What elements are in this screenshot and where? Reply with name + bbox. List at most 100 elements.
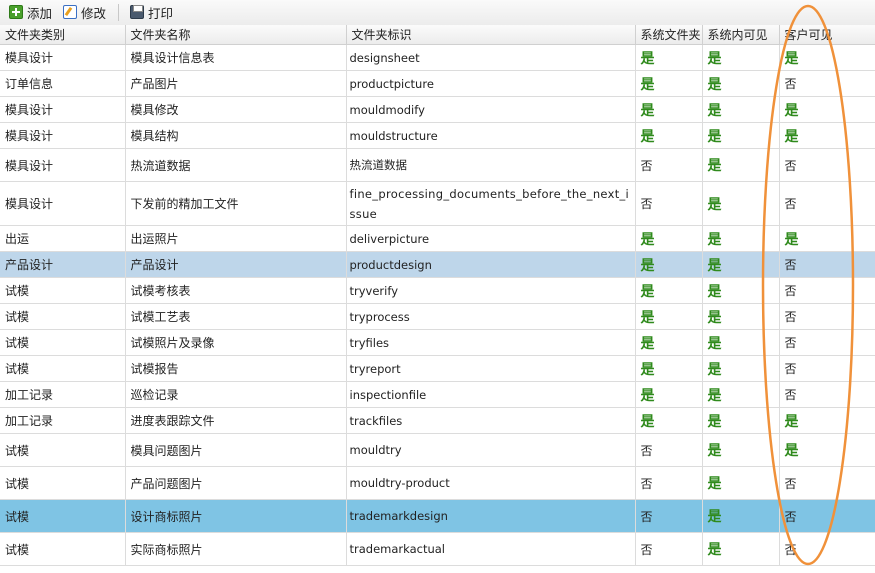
toolbar-separator bbox=[118, 4, 119, 21]
cell-internal-visible: 是 bbox=[702, 381, 780, 408]
cell-name: 试模工艺表 bbox=[125, 303, 347, 330]
cell-name-text: 模具修改 bbox=[130, 103, 179, 117]
cell-category-text: 试模 bbox=[5, 336, 30, 350]
cell-name-text: 模具结构 bbox=[130, 129, 179, 143]
cell-category-text: 试模 bbox=[5, 476, 30, 491]
cell-internal-visible: 是 bbox=[702, 532, 780, 566]
cell-internal-visible-text: 是 bbox=[707, 361, 722, 378]
cell-internal-visible: 是 bbox=[702, 407, 780, 434]
cell-system-folder-text: 否 bbox=[640, 476, 653, 491]
cell-internal-visible: 是 bbox=[702, 329, 780, 356]
table-row[interactable]: 试模 试模考核表 tryverify 是 是 否 bbox=[0, 277, 875, 304]
cell-internal-visible-text: 是 bbox=[707, 231, 722, 248]
cell-name-text: 试模照片及录像 bbox=[130, 336, 215, 350]
cell-internal-visible-text: 是 bbox=[707, 413, 722, 430]
table-row[interactable]: 试模 模具问题图片 mouldtry 否 是 是 bbox=[0, 433, 875, 467]
cell-ident: mouldtry bbox=[346, 433, 636, 467]
table-row[interactable]: 试模 设计商标照片 trademarkdesign 否 是 否 bbox=[0, 499, 875, 533]
cell-system-folder-text: 是 bbox=[640, 102, 655, 119]
cell-ident-text: mouldtry-product bbox=[349, 476, 450, 490]
table-row[interactable]: 试模 试模照片及录像 tryfiles 是 是 否 bbox=[0, 329, 875, 356]
cell-name: 模具结构 bbox=[125, 122, 347, 149]
cell-customer-visible-text: 否 bbox=[784, 258, 797, 272]
cell-name-text: 下发前的精加工文件 bbox=[130, 197, 239, 211]
column-header-name[interactable]: 文件夹名称 bbox=[125, 25, 347, 45]
table-row[interactable]: 试模 试模工艺表 tryprocess 是 是 否 bbox=[0, 303, 875, 330]
cell-customer-visible: 否 bbox=[779, 181, 875, 226]
cell-name-text: 模具设计信息表 bbox=[130, 51, 215, 65]
table-row[interactable]: 模具设计 热流道数据 热流道数据 否 是 否 bbox=[0, 148, 875, 182]
cell-name: 产品图片 bbox=[125, 70, 347, 97]
add-button[interactable]: 添加 bbox=[9, 3, 52, 21]
cell-internal-visible: 是 bbox=[702, 96, 780, 123]
column-header-internal-visible[interactable]: 系统内可见 bbox=[702, 25, 780, 45]
cell-internal-visible-text: 是 bbox=[707, 50, 722, 67]
cell-internal-visible-text: 是 bbox=[707, 542, 722, 558]
table-row[interactable]: 模具设计 下发前的精加工文件 fine_processing_documents_b… bbox=[0, 181, 875, 226]
table-row[interactable]: 试模 产品问题图片 mouldtry-product 否 是 否 bbox=[0, 466, 875, 500]
cell-system-folder-text: 否 bbox=[640, 158, 653, 173]
add-label: 添加 bbox=[27, 5, 53, 21]
column-header-ident[interactable]: 文件夹标识 bbox=[346, 25, 636, 45]
cell-ident-text: tryreport bbox=[349, 361, 401, 376]
cell-category: 试模 bbox=[0, 532, 126, 566]
cell-system-folder: 是 bbox=[635, 329, 703, 356]
cell-category: 试模 bbox=[0, 355, 126, 382]
cell-customer-visible: 否 bbox=[779, 381, 875, 408]
table-row[interactable]: 模具设计 模具设计信息表 designsheet 是 是 是 bbox=[0, 44, 875, 71]
table-row[interactable]: 出运 出运照片 deliverpicture 是 是 是 bbox=[0, 225, 875, 252]
cell-system-folder-text: 是 bbox=[640, 50, 655, 67]
cell-internal-visible: 是 bbox=[702, 122, 780, 149]
column-header-system-folder[interactable]: 系统文件夹 bbox=[635, 25, 703, 45]
table-row[interactable]: 模具设计 模具结构 mouldstructure 是 是 是 bbox=[0, 122, 875, 149]
cell-system-folder: 否 bbox=[635, 532, 703, 566]
cell-customer-visible-text: 否 bbox=[784, 542, 797, 557]
cell-system-folder: 是 bbox=[635, 251, 703, 278]
cell-customer-visible: 是 bbox=[779, 96, 875, 123]
table-row[interactable]: 产品设计 产品设计 productdesign 是 是 否 bbox=[0, 251, 875, 278]
cell-name: 模具修改 bbox=[125, 96, 347, 123]
table-row[interactable]: 加工记录 进度表跟踪文件 trackfiles 是 是 是 bbox=[0, 407, 875, 434]
table-row[interactable]: 模具设计 模具修改 mouldmodify 是 是 是 bbox=[0, 96, 875, 123]
column-header-category[interactable]: 文件夹类别 bbox=[0, 25, 126, 45]
print-icon bbox=[130, 5, 144, 19]
cell-ident: tryfiles bbox=[346, 329, 636, 356]
cell-customer-visible-text: 是 bbox=[784, 50, 799, 67]
cell-category-text: 模具设计 bbox=[5, 197, 54, 211]
cell-internal-visible-text: 是 bbox=[707, 257, 722, 274]
cell-name-text: 试模考核表 bbox=[130, 284, 191, 298]
toolbar: 添加 修改 打印 bbox=[0, 0, 875, 26]
table-row[interactable]: 订单信息 产品图片 productpicture 是 是 否 bbox=[0, 70, 875, 97]
cell-system-folder-text: 否 bbox=[640, 443, 653, 458]
cell-customer-visible-text: 是 bbox=[784, 443, 799, 459]
cell-internal-visible: 是 bbox=[702, 466, 780, 500]
cell-customer-visible: 是 bbox=[779, 44, 875, 71]
cell-name-text: 产品问题图片 bbox=[130, 476, 203, 491]
table-row[interactable]: 试模 试模报告 tryreport 是 是 否 bbox=[0, 355, 875, 382]
cell-internal-visible-text: 是 bbox=[707, 76, 722, 93]
cell-ident-text: productdesign bbox=[349, 257, 432, 272]
table-row[interactable]: 试模 实际商标照片 trademarkactual 否 是 否 bbox=[0, 532, 875, 566]
cell-system-folder-text: 是 bbox=[640, 257, 655, 274]
cell-name-text: 试模工艺表 bbox=[130, 310, 191, 324]
edit-button[interactable]: 修改 bbox=[63, 3, 106, 21]
table-row[interactable]: 加工记录 巡检记录 inspectionfile 是 是 否 bbox=[0, 381, 875, 408]
grid-header: 文件夹类别 文件夹名称 文件夹标识 系统文件夹 系统内可见 客户可见 bbox=[0, 25, 875, 45]
cell-internal-visible-text: 是 bbox=[707, 387, 722, 404]
cell-customer-visible: 是 bbox=[779, 433, 875, 467]
cell-category: 模具设计 bbox=[0, 181, 126, 226]
cell-ident: 热流道数据 bbox=[346, 148, 636, 182]
cell-ident-text: trackfiles bbox=[349, 413, 403, 428]
cell-category: 加工记录 bbox=[0, 407, 126, 434]
cell-category-text: 模具设计 bbox=[5, 158, 54, 173]
cell-system-folder: 是 bbox=[635, 225, 703, 252]
cell-name: 模具问题图片 bbox=[125, 433, 347, 467]
cell-customer-visible-text: 是 bbox=[784, 128, 799, 145]
column-header-customer-visible[interactable]: 客户可见 bbox=[779, 25, 875, 45]
cell-category: 订单信息 bbox=[0, 70, 126, 97]
cell-system-folder-text: 否 bbox=[640, 509, 653, 524]
print-button[interactable]: 打印 bbox=[130, 3, 173, 21]
cell-category-text: 试模 bbox=[5, 284, 30, 298]
cell-ident: productpicture bbox=[346, 70, 636, 97]
cell-ident: inspectionfile bbox=[346, 381, 636, 408]
